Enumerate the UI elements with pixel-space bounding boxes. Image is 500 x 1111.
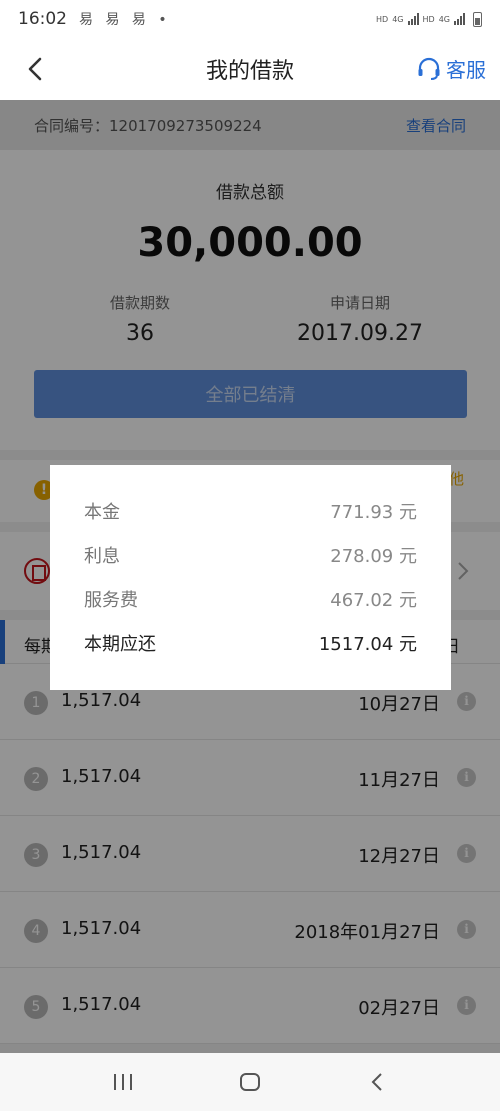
due-line: 本期应还 1517.04 元 [84, 630, 417, 656]
interest-label: 利息 [84, 546, 120, 567]
due-label: 本期应还 [84, 634, 156, 655]
headset-icon [418, 57, 440, 80]
nav-bar: 我的借款 客服 [0, 38, 500, 100]
principal-value: 771.93 元 [330, 502, 417, 523]
hd-icon: HD [376, 14, 389, 24]
principal-label: 本金 [84, 502, 120, 523]
interest-line: 利息 278.09 元 [84, 542, 417, 568]
status-bar: 16:02 易 易 易 • HD 4G HD 4G [0, 0, 500, 38]
due-value: 1517.04 元 [318, 634, 417, 655]
signal-icon [407, 13, 419, 25]
principal-line: 本金 771.93 元 [84, 498, 417, 524]
hd-icon-2: HD [422, 14, 435, 24]
notification-icons: 易 易 易 • [79, 12, 171, 28]
status-right: HD 4G HD 4G [376, 11, 482, 27]
battery-icon [473, 11, 482, 27]
system-nav-bar [0, 1053, 500, 1111]
system-back-icon [371, 1073, 382, 1091]
fee-label: 服务费 [84, 590, 138, 611]
interest-value: 278.09 元 [330, 546, 417, 567]
fee-line: 服务费 467.02 元 [84, 586, 417, 612]
4g-icon: 4G [392, 14, 404, 24]
customer-service-label: 客服 [446, 58, 486, 82]
customer-service-button[interactable]: 客服 [416, 54, 486, 83]
status-time: 16:02 [18, 9, 67, 29]
back-arrow-icon[interactable] [22, 54, 52, 84]
system-back-button[interactable] [357, 1062, 397, 1102]
home-button[interactable] [230, 1062, 270, 1102]
recent-apps-button[interactable] [103, 1062, 143, 1102]
repayment-detail-dialog: 本金 771.93 元 利息 278.09 元 服务费 467.02 元 本期应… [50, 465, 451, 690]
4g-icon-2: 4G [438, 14, 450, 24]
signal-icon-2 [454, 13, 465, 25]
fee-value: 467.02 元 [330, 590, 417, 611]
page-title: 我的借款 [205, 59, 294, 84]
recent-apps-icon [114, 1074, 133, 1090]
home-icon [239, 1073, 260, 1091]
